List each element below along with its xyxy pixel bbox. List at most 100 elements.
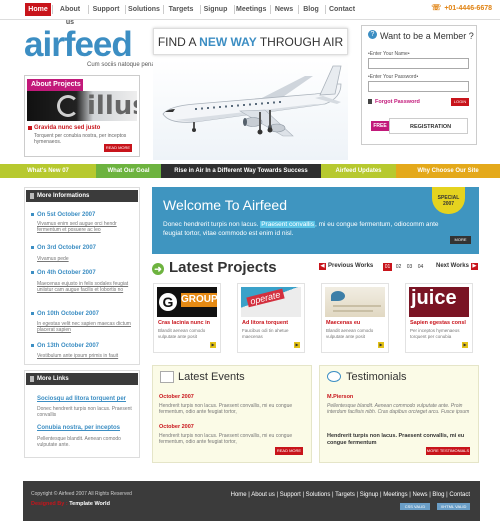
nav-news[interactable]: News [273,3,295,16]
more-link-text: Donec hendrerit turpis non lacus. Praese… [37,406,132,418]
nav-divider [125,5,126,14]
band-what-our-goal[interactable]: What Our Goal [96,164,161,178]
news-text[interactable]: Vivamus enim sed augue orci hendr fermen… [37,221,137,233]
hero-title-highlight: NEW WAY [199,35,257,49]
calendar-icon [160,371,174,383]
band-airfeed-updates[interactable]: Airfeed Updates [321,164,396,178]
designed-by: Designed By : Template World [31,501,110,507]
project-text: Blandit aenean comodo vulputate ante pos… [158,328,206,339]
previous-works-label[interactable]: Previous Works [328,263,373,269]
band-whats-new[interactable]: What's New 07 [0,164,96,178]
registration-button[interactable]: REGISTRATION [389,118,468,134]
css-valid-badge[interactable]: CSS VALID [400,503,430,510]
xhtml-valid-badge[interactable]: XHTML VALID [437,503,470,510]
nav-contact[interactable]: Contact [328,3,356,16]
forgot-password-link[interactable]: Forgot Password [375,99,420,105]
news-text[interactable]: In egestas velit nec sapien maecas dictu… [37,321,137,333]
news-date[interactable]: On 4th October 2007 [31,270,96,276]
project-thumbnail: operate [241,287,301,317]
more-link[interactable]: Sociosqu ad litora torquent per [37,396,126,402]
arrow-right-icon[interactable]: ▶ [294,342,300,348]
registration-label: REGISTRATION [410,124,452,130]
hero-title: FIND A NEW WAY THROUGH AIR [153,35,348,49]
about-read-more-button[interactable]: READ MORE [104,144,132,152]
project-card[interactable]: G GROUP Cras lacinia nunc in Blandit aen… [153,283,221,353]
more-link[interactable]: Conubia nostra, per inceptos [37,425,120,431]
page-1[interactable]: 01 [383,263,392,271]
about-link-text[interactable]: Gravida nunc sed justo [34,125,100,131]
page-4[interactable]: 04 [416,263,425,271]
news-date[interactable]: On 3rd October 2007 [31,245,96,251]
news-date[interactable]: On 5st October 2007 [31,212,95,218]
hero-title-pre: FIND A [157,35,200,49]
event-text: Hendrerit turpis non lacus. Praesent con… [159,433,293,445]
nav-signup[interactable]: Signup [203,3,228,16]
more-links-title: More Links [37,376,69,382]
designed-by-link[interactable]: Template World [69,501,110,507]
news-text[interactable]: Vestibulum ante ipsum primis in fauit [37,353,137,359]
nav-support[interactable]: Support [91,3,121,16]
news-text[interactable]: Vivamus pede [37,256,137,262]
event-text: Hendrerit turpis non lacus. Praesent con… [159,403,293,415]
welcome-more-button[interactable]: MORE [450,236,471,244]
news-date-text[interactable]: On 5st October 2007 [37,212,95,218]
project-card[interactable]: Maecenas eu Blandit aenean comodo vulput… [321,283,389,353]
project-text: Faucibus odi tin ahetue maecenas [242,328,289,339]
speech-bubble-icon [327,371,341,382]
welcome-text: Donec hendrerit turpis non lacus. Praese… [163,220,453,238]
more-testimonials-button[interactable]: MORE TESTIMONIALS [426,447,470,455]
nav-divider [52,5,53,14]
phone-icon: ☏ [431,3,442,12]
footer-navigation[interactable]: Home | About us | Support | Solutions | … [231,492,470,498]
arrow-right-icon: ▶ [470,263,478,270]
nav-about-us[interactable]: About us [55,3,85,26]
more-links-heading: More Links [26,373,138,385]
project-card[interactable]: juice Sapien egestas consl Per inceptos … [405,283,473,353]
arrow-right-icon[interactable]: ▶ [210,342,216,348]
next-works-label[interactable]: Next Works [436,263,469,269]
login-button[interactable]: LOGIN [451,98,469,106]
phone-text: +01-4446-6678 [444,5,492,12]
news-date[interactable]: On 10th October 2007 [31,311,99,317]
juice-thumb-text: juice [411,287,457,309]
about-projects-image: illus [27,91,137,121]
arrow-right-icon[interactable]: ▶ [378,342,384,348]
project-title[interactable]: Sapien egestas consl [410,320,466,326]
project-thumbnail: G GROUP [157,287,217,317]
band-rise-in-air[interactable]: Rise in Air In a Different Way Towards S… [161,164,321,178]
project-card[interactable]: operate Ad litora torquent Faucibus odi … [237,283,305,353]
testimonial-quote: Pellentesque blandit. Aenean commodo vul… [327,403,470,415]
about-projects-link[interactable]: Gravida nunc sed justo [28,125,100,131]
events-read-more-button[interactable]: READ MORE [275,447,303,455]
password-input[interactable] [368,81,469,92]
news-date-text[interactable]: On 13th October 2007 [37,343,99,349]
bullet-icon [31,245,34,249]
news-date[interactable]: On 13th October 2007 [31,343,99,349]
news-date-text[interactable]: On 3rd October 2007 [37,245,96,251]
band-why-choose[interactable]: Why Choose Our Site [396,164,500,178]
nav-home[interactable]: Home [25,3,51,16]
news-date-text[interactable]: On 4th October 2007 [37,270,96,276]
nav-solutions[interactable]: Solutions [128,3,160,16]
password-label: •Enter Your Password• [368,74,419,80]
site-logo[interactable]: airfeed [24,25,133,65]
project-title[interactable]: Ad litora torquent [242,320,288,326]
operate-thumb-text: operate [246,288,285,308]
next-works-link[interactable]: Next Works ▶ [436,263,478,270]
project-title[interactable]: Maecenas eu [326,320,360,326]
question-icon: ? [368,30,377,39]
news-date-text[interactable]: On 10th October 2007 [37,311,99,317]
project-thumbnail [325,287,385,317]
news-text[interactable]: Maecenas eujusto in felis sodales feugia… [37,281,137,293]
page-3[interactable]: 03 [405,263,414,271]
more-link-text: Pellentesque blandit. Aenean comodo vulp… [37,436,121,448]
nav-meetings[interactable]: Meetings [236,3,266,16]
page-2[interactable]: 02 [394,263,403,271]
project-title[interactable]: Cras lacinia nunc in [158,320,210,326]
name-input[interactable] [368,58,469,69]
nav-targets[interactable]: Targets [166,3,196,16]
previous-works-link[interactable]: ◀ Previous Works [319,263,373,270]
arrow-right-icon[interactable]: ▶ [462,342,468,348]
event-date: October 2007 [159,394,194,400]
nav-blog[interactable]: Blog [301,3,321,16]
